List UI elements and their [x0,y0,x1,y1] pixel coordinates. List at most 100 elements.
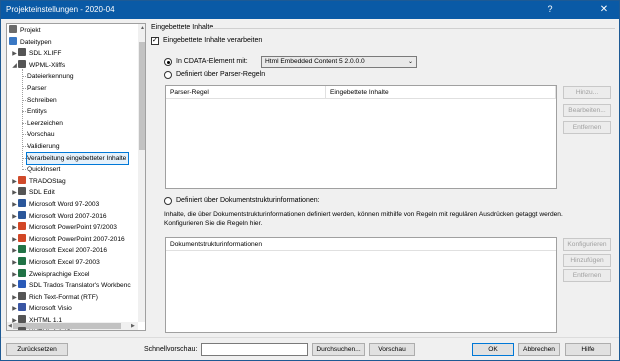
doc-structure-description: Inhalte, die über Dokumentstrukturinform… [164,211,563,227]
tree-item[interactable]: ▶ Microsoft Excel 97-2003 [11,257,100,268]
column-header-doc-structure[interactable]: Dokumentstrukturinformationen [166,238,556,251]
footer-divider [1,337,619,338]
tree-item[interactable]: Dateierkennung [27,71,74,82]
tree-item[interactable]: Verarbeitung eingebetteter Inhalte [25,151,130,165]
expand-icon[interactable]: ▶ [11,270,18,281]
tree-item[interactable]: Vorschau [27,129,55,140]
tree-item[interactable]: Projekt [9,25,41,36]
tree-item[interactable]: QuickInsert [27,164,60,175]
browse-button[interactable]: Durchsuchen... [312,343,365,356]
tree-item[interactable]: ▶ SDL XLIFF [11,48,61,59]
column-header-embedded-content[interactable]: Eingebettete Inhalte [326,86,556,99]
expand-icon[interactable]: ▶ [11,212,18,223]
visio-icon [18,303,26,312]
expand-icon[interactable]: ▶ [11,188,18,199]
tree-scroll-thumb[interactable] [139,42,145,150]
tree-item[interactable]: ▶ XHTML 1.1 (Ct... [11,326,78,331]
tree-item-label: Projekt [20,27,41,34]
tree-item[interactable]: ▶ XHTML 1.1 [11,315,62,326]
doc-structure-radio-label[interactable]: Definiert über Dokumentstrukturinformati… [176,197,320,204]
tree-item-label: Microsoft Word 2007-2016 [29,212,107,220]
tree-item[interactable]: ▶ Microsoft Visio [11,303,72,314]
close-icon[interactable]: ✕ [590,1,618,19]
edit-rule-button[interactable]: Bearbeiten... [563,104,611,117]
xliff-icon [18,48,26,57]
help-icon[interactable]: ? [536,1,564,19]
scroll-right-icon[interactable]: ▶ [131,323,135,329]
expand-icon[interactable]: ▶ [11,316,18,327]
powerpoint-icon [18,233,26,242]
ok-button[interactable]: OK [472,343,514,356]
tree-item[interactable]: Leerzeichen [27,118,63,129]
tree-connector [22,76,28,78]
add-rule-button[interactable]: Hinzu... [563,86,611,99]
reset-button[interactable]: Zurücksetzen [6,343,68,356]
tree-item-label: SDL Trados Translator's Workbenc [29,282,131,290]
rtf-icon [18,291,26,300]
tree-item-label: Microsoft PowerPoint 2007-2016 [29,235,125,243]
expand-icon[interactable]: ▶ [11,328,18,331]
configure-button[interactable]: Konfigurieren [563,238,611,251]
tree-item[interactable]: Entitys [27,106,47,117]
tree-item[interactable]: ◢ WPML-Xliffs [11,59,65,72]
tradostag-icon [18,175,26,184]
tree-item-label: Dateitypen [20,38,52,46]
expand-icon[interactable]: ▶ [11,200,18,211]
process-embedded-checkbox[interactable] [151,36,159,45]
tree-item[interactable]: ▶ SDL Edit [11,187,55,198]
tree-item[interactable]: ▶ Microsoft Word 97-2003 [11,199,99,210]
tree-item[interactable]: ▶ TRADOStag [11,175,66,188]
cdata-radio-label[interactable]: In CDATA-Element mit: [176,58,248,65]
expand-icon[interactable]: ▶ [11,304,18,315]
parser-rules-radio[interactable] [164,71,172,79]
cdata-select-value: Html Embedded Content 5 2.0.0.0 [265,58,365,65]
expand-icon[interactable]: ▶ [11,293,18,304]
settings-tree[interactable]: ▲ ◀ ▶ Projekt Dateitypen ▶ SDL XLIFF ◢ WPML-X… [6,23,146,331]
tree-item[interactable]: Schreiben [27,95,57,106]
tree-item[interactable]: ▶ Microsoft PowerPoint 97/2003 [11,222,117,233]
quick-preview-input[interactable] [201,343,308,356]
doc-structure-table[interactable]: Dokumentstrukturinformationen [165,237,557,333]
tree-item[interactable]: ▶ Zweisprachige Excel [11,268,89,281]
window-title: Projekteinstellungen - 2020-04 [6,5,115,14]
expand-icon[interactable]: ▶ [11,177,18,188]
tree-item-label: Microsoft Excel 2007-2016 [29,247,108,255]
tree-item[interactable]: Parser [27,83,46,94]
tree-item[interactable]: ▶ Rich Text-Format (RTF) [11,291,98,304]
expand-icon[interactable]: ▶ [11,258,18,269]
expand-icon[interactable]: ▶ [11,246,18,257]
expand-icon[interactable]: ▶ [11,235,18,246]
doc-structure-radio[interactable] [164,197,172,205]
tree-vertical-scrollbar[interactable]: ▲ [138,24,145,322]
cancel-button[interactable]: Abbrechen [518,343,560,356]
preview-button[interactable]: Vorschau [369,343,415,356]
parser-rules-table[interactable]: Parser-Regel Eingebettete Inhalte [165,85,557,189]
sdl-edit-icon [18,187,26,196]
help-button[interactable]: Hilfe [565,343,611,356]
expand-icon[interactable]: ▶ [11,49,18,60]
tree-item[interactable]: ▶ Microsoft Word 2007-2016 [11,210,107,223]
expand-icon[interactable]: ▶ [11,281,18,292]
tree-connector [22,157,28,159]
tree-connector [22,146,28,147]
remove-rule-button[interactable]: Entfernen [563,121,611,134]
tree-item[interactable]: ▶ SDL Trados Translator's Workbenc [11,280,131,291]
tree-item[interactable]: Dateitypen [9,36,52,48]
tree-connector [22,68,23,168]
collapse-icon[interactable]: ◢ [11,61,18,72]
tree-item-label: XHTML 1.1 [29,317,63,324]
remove-doc-rule-button[interactable]: Entfernen [563,269,611,282]
quick-preview-label: Schnellvorschau: [144,346,198,353]
tree-item[interactable]: ▶ Microsoft Excel 2007-2016 [11,245,107,256]
cdata-select[interactable]: Html Embedded Content 5 2.0.0.0 ⌄ [261,56,417,68]
tree-item[interactable]: Validierung [27,141,60,152]
cdata-radio[interactable] [164,58,172,66]
add-doc-rule-button[interactable]: Hinzufügen [563,254,611,267]
parser-rules-radio-label[interactable]: Definiert über Parser-Regeln [176,71,265,78]
expand-icon[interactable]: ▶ [11,223,18,234]
tree-item[interactable]: ▶ Microsoft PowerPoint 2007-2016 [11,233,125,246]
project-settings-window: Projekteinstellungen - 2020-04 ? ✕ ▲ ◀ ▶… [0,0,620,361]
process-embedded-label[interactable]: Eingebettete Inhalte verarbeiten [163,37,262,44]
scroll-up-icon[interactable]: ▲ [140,25,145,31]
column-header-parser-rule[interactable]: Parser-Regel [166,86,326,99]
